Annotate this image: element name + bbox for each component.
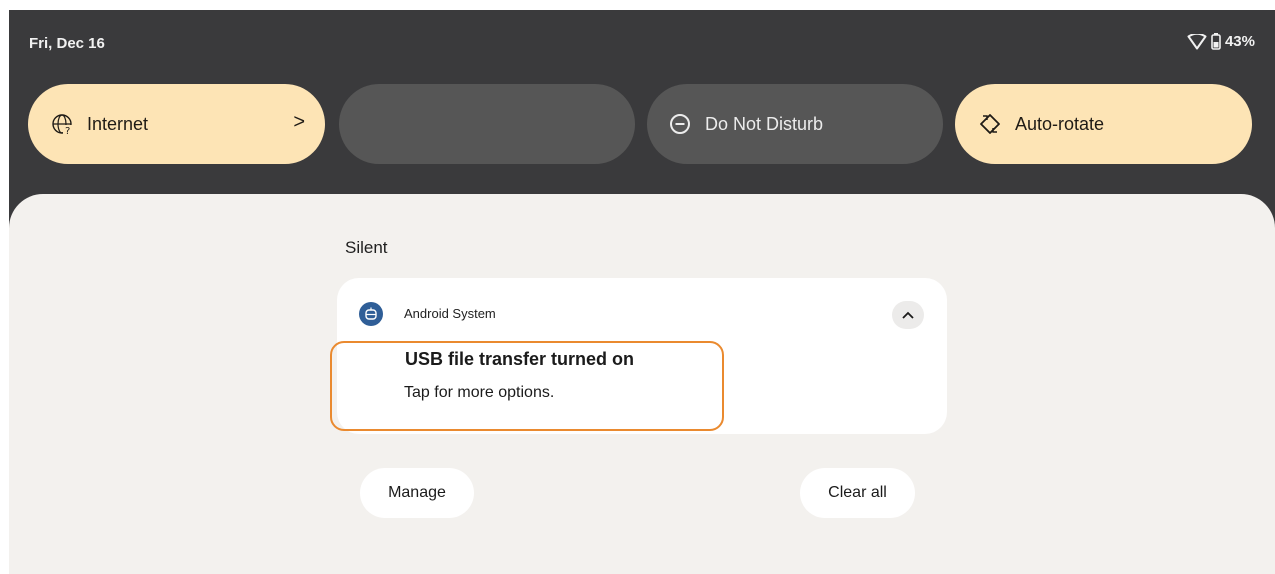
internet-icon: ? [51, 113, 73, 135]
notification-text: Tap for more options. [404, 384, 555, 401]
silent-section-header: Silent [345, 238, 388, 257]
do-not-disturb-icon [669, 113, 691, 135]
clear-all-button[interactable]: Clear all [800, 468, 915, 518]
notification-panel: Silent Android System USB file transfer … [9, 194, 1275, 574]
status-date: Fri, Dec 16 [29, 35, 105, 52]
android-system-icon [359, 302, 383, 326]
auto-rotate-label: Auto-rotate [1015, 113, 1105, 134]
chevron-up-icon[interactable] [892, 301, 924, 329]
battery-icon [1211, 33, 1221, 50]
notification-title: USB file transfer turned on [405, 349, 635, 369]
battery-percent: 43% [1224, 33, 1255, 50]
notification-card[interactable]: Android System USB file transfer turned … [337, 278, 947, 434]
svg-text:?: ? [65, 126, 70, 135]
status-icons: 43% [1187, 33, 1255, 50]
notification-shade: Fri, Dec 16 43% ? Internet > Do Not Dist… [9, 10, 1275, 574]
auto-rotate-tile[interactable]: Auto-rotate [955, 84, 1252, 164]
notification-app-name: Android System [404, 306, 496, 321]
status-bar: Fri, Dec 16 43% [9, 10, 1275, 74]
internet-tile-label: Internet [87, 113, 149, 134]
chevron-right-icon: > [293, 111, 305, 133]
do-not-disturb-label: Do Not Disturb [705, 113, 824, 134]
wifi-icon [1187, 33, 1207, 50]
empty-tile[interactable] [339, 84, 635, 164]
do-not-disturb-tile[interactable]: Do Not Disturb [647, 84, 943, 164]
auto-rotate-icon [979, 113, 1001, 135]
internet-tile[interactable]: ? Internet > [28, 84, 325, 164]
manage-button[interactable]: Manage [360, 468, 474, 518]
